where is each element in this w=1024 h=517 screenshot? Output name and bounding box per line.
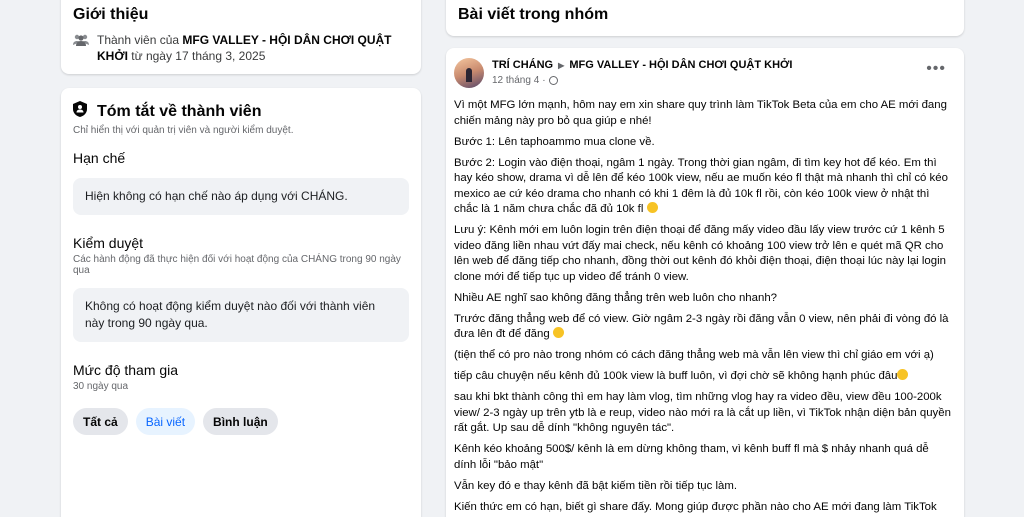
restrictions-title: Hạn chế	[73, 150, 126, 166]
members-icon	[73, 34, 89, 64]
membership-prefix: Thành viên của	[97, 33, 183, 47]
emoji-icon	[552, 327, 564, 338]
participation-subtitle: 30 ngày qua	[73, 381, 129, 392]
membership-suffix: từ ngày 17 tháng 3, 2025	[127, 49, 266, 63]
post-author-block: TRÍ CHÁNG ▶ MFG VALLEY - HỘI DÂN CHƠI QU…	[492, 58, 792, 86]
post-paragraph-text: tiếp câu chuyện nếu kênh đủ 100k view là…	[454, 370, 898, 382]
post-paragraph: Kiến thức em có hạn, biết gì share đấy. …	[454, 500, 937, 517]
more-options-icon[interactable]: •••	[926, 60, 946, 78]
filter-comments-button[interactable]: Bình luận	[203, 408, 278, 435]
restrictions-box: Hiện không có hạn chế nào áp dụng với CH…	[73, 178, 409, 215]
post-card: TRÍ CHÁNG ▶ MFG VALLEY - HỘI DÂN CHƠI QU…	[446, 48, 964, 517]
intro-title: Giới thiệu	[73, 6, 149, 23]
post-paragraph: tiếp câu chuyện nếu kênh đủ 100k view là…	[454, 369, 954, 385]
post-paragraph: Nhiều AE nghĩ sao không đăng thẳng trên …	[454, 291, 777, 304]
shield-icon	[73, 101, 89, 122]
post-paragraph: Kênh kéo khoảng 500$/ kênh là em dừng kh…	[454, 443, 929, 471]
avatar[interactable]	[454, 58, 484, 88]
post-paragraph: Vì một MFG lớn mạnh, hôm nay em xin shar…	[454, 99, 947, 127]
summary-subtitle: Chỉ hiển thị với quản trị viên và người …	[73, 125, 294, 136]
arrow-right-icon: ▶	[558, 61, 565, 70]
post-paragraph: sau khi bkt thành công thì em hay làm vl…	[454, 391, 951, 434]
moderation-subtitle: Các hành động đã thực hiện đối với hoạt …	[73, 254, 401, 276]
post-paragraph: Trước đăng thẳng web để có view. Giờ ngâ…	[454, 312, 954, 343]
meta-separator: ·	[542, 75, 546, 86]
post-body: Vì một MFG lớn mạnh, hôm nay em xin shar…	[454, 98, 954, 517]
post-paragraph-text: Trước đăng thẳng web để có view. Giờ ngâ…	[454, 312, 949, 341]
moderation-box: Không có hoạt động kiểm duyệt nào đối vớ…	[73, 288, 409, 342]
membership-info: Thành viên của MFG VALLEY - HỘI DÂN CHƠI…	[73, 32, 409, 64]
post-paragraph-text: Bước 2: Login vào điện thoại, ngâm 1 ngà…	[454, 156, 948, 216]
post-paragraph: Bước 2: Login vào điện thoại, ngâm 1 ngà…	[454, 156, 954, 218]
group-posts-title: Bài viết trong nhóm	[458, 6, 609, 23]
participation-filter: Tất cả Bài viết Bình luận	[73, 408, 409, 435]
emoji-icon	[897, 369, 909, 380]
summary-title: Tóm tắt về thành viên	[97, 102, 262, 120]
group-posts-header: Bài viết trong nhóm	[446, 0, 964, 36]
globe-icon	[548, 76, 558, 85]
post-group-link[interactable]: MFG VALLEY - HỘI DÂN CHƠI QUẬT KHỞI	[569, 59, 792, 71]
summary-header: Tóm tắt về thành viên	[73, 101, 409, 122]
filter-posts-button[interactable]: Bài viết	[135, 408, 196, 435]
post-paragraph: Vẫn key đó e thay kênh đã bật kiếm tiền …	[454, 479, 738, 492]
author-name-link[interactable]: TRÍ CHÁNG	[492, 59, 553, 71]
post-meta: 12 tháng 4 ·	[492, 75, 792, 86]
intro-card: Giới thiệu Thành viên của MFG VALLEY - H…	[61, 0, 421, 74]
participation-title: Mức độ tham gia	[73, 362, 179, 378]
filter-all-button[interactable]: Tất cả	[73, 408, 128, 435]
post-header: TRÍ CHÁNG ▶ MFG VALLEY - HỘI DÂN CHƠI QU…	[454, 58, 954, 88]
post-paragraph: Bước 1: Lên taphoammo mua clone về.	[454, 135, 655, 148]
emoji-icon	[646, 202, 658, 213]
post-author-line: TRÍ CHÁNG ▶ MFG VALLEY - HỘI DÂN CHƠI QU…	[492, 58, 792, 73]
member-summary-card: Tóm tắt về thành viên Chỉ hiển thị với q…	[61, 88, 421, 517]
post-date-link[interactable]: 12 tháng 4	[492, 75, 539, 86]
moderation-title: Kiểm duyệt	[73, 235, 144, 251]
post-paragraph: (tiện thể có pro nào trong nhóm có cách …	[454, 349, 934, 361]
post-paragraph: Lưu ý: Kênh mới em luôn login trên điện …	[454, 224, 946, 283]
